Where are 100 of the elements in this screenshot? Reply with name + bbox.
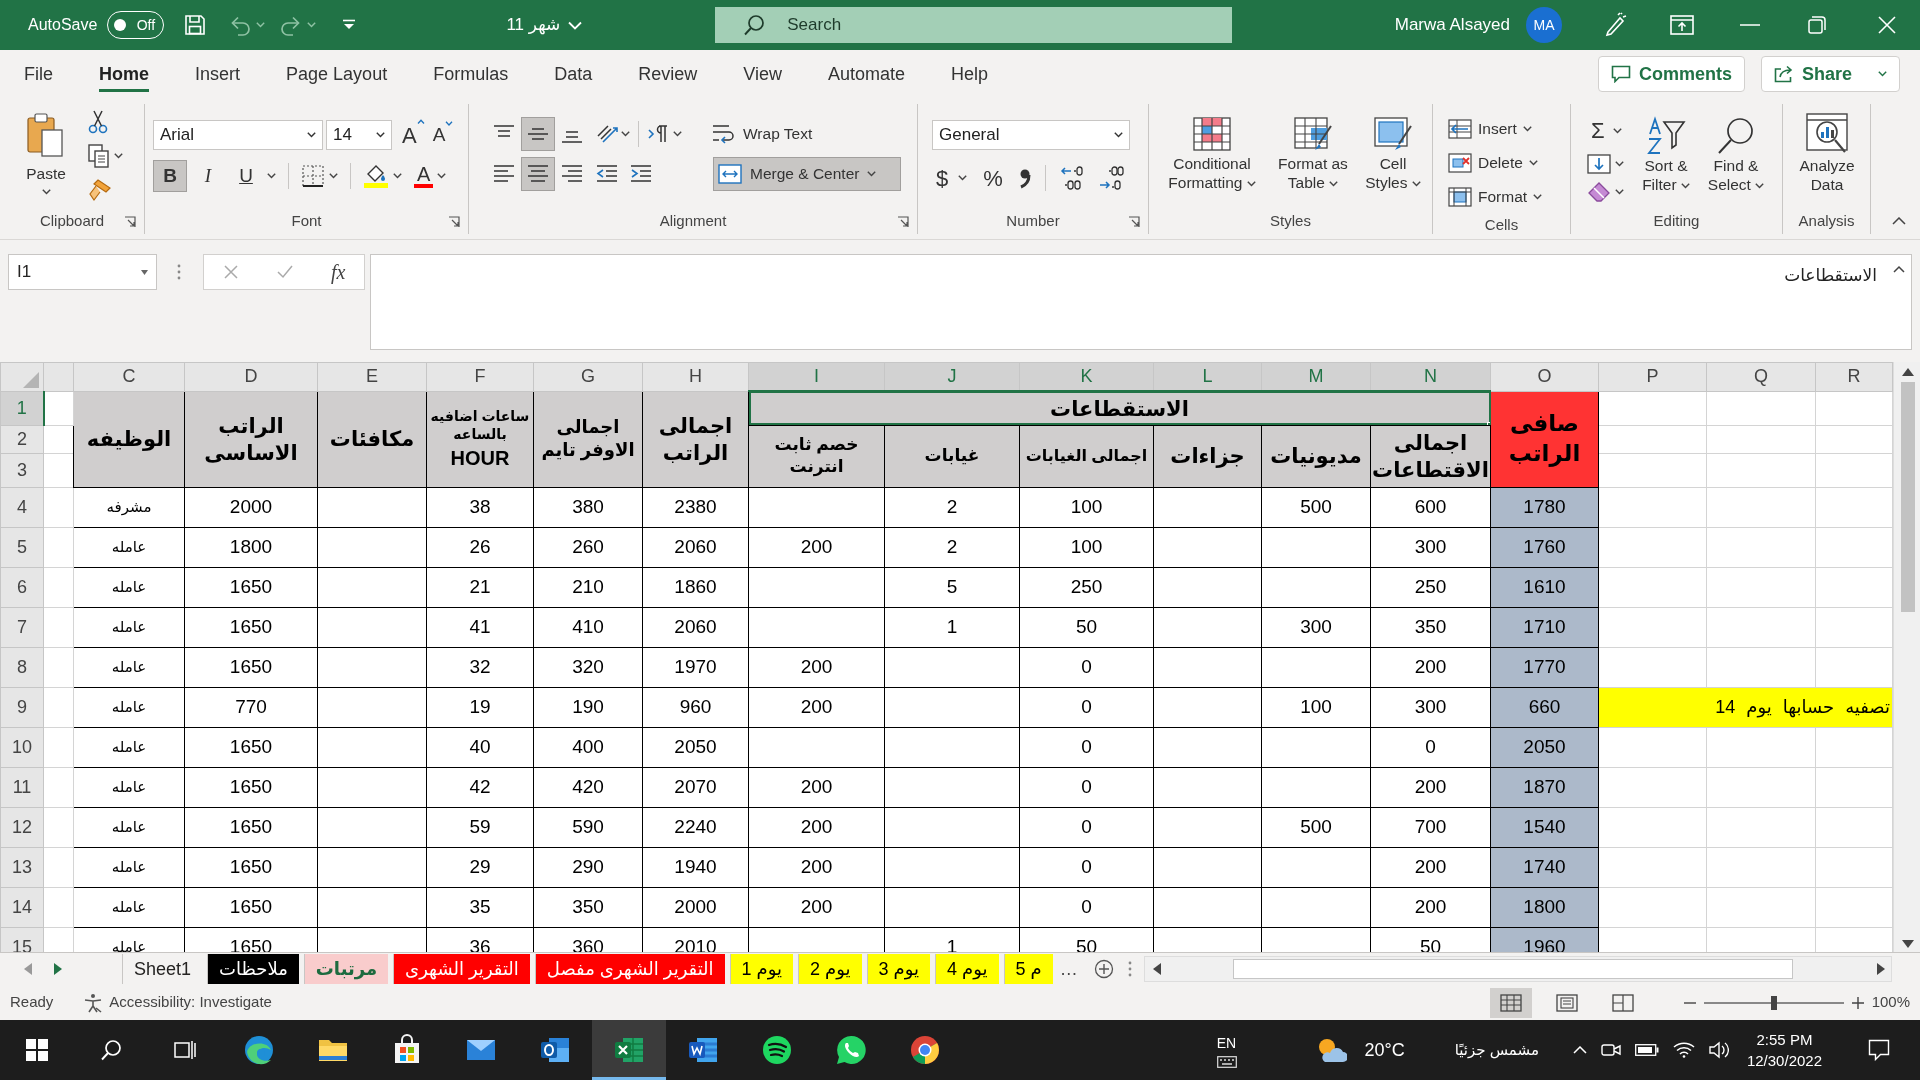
column-header[interactable]: I bbox=[748, 362, 885, 391]
normal-view-button[interactable] bbox=[1489, 987, 1532, 1018]
row-header[interactable]: 12 bbox=[0, 807, 44, 847]
column-header[interactable]: E bbox=[317, 362, 427, 391]
sheet-tab[interactable]: يوم 2 bbox=[798, 954, 862, 984]
camera-icon[interactable] bbox=[1600, 1041, 1621, 1059]
font-color-button[interactable]: A bbox=[414, 164, 434, 188]
row-header[interactable]: 10 bbox=[0, 727, 44, 767]
decrease-indent-icon[interactable] bbox=[595, 164, 619, 184]
row-header[interactable]: 8 bbox=[0, 647, 44, 687]
caret-icon[interactable] bbox=[673, 131, 682, 137]
row-header[interactable]: 14 bbox=[0, 887, 44, 927]
caret-icon[interactable] bbox=[393, 173, 402, 179]
cell-styles-button[interactable]: Cell Styles bbox=[1361, 114, 1425, 208]
share-button[interactable]: Share bbox=[1760, 56, 1900, 92]
font-size-dropdown[interactable]: 14 bbox=[326, 120, 392, 150]
merge-center-button[interactable]: Merge & Center bbox=[713, 157, 901, 191]
sheet-tab[interactable]: م 5 bbox=[1003, 954, 1053, 984]
customize-icon[interactable] bbox=[342, 19, 357, 31]
row-header[interactable]: 7 bbox=[0, 607, 44, 647]
increase-decimal-icon[interactable] bbox=[1059, 165, 1086, 191]
column-header[interactable]: M bbox=[1261, 362, 1371, 391]
comments-button[interactable]: Comments bbox=[1597, 56, 1745, 92]
comma-style-icon[interactable] bbox=[1018, 167, 1031, 189]
ribbon-tab[interactable]: Home bbox=[76, 50, 173, 98]
ribbon-tab[interactable]: Formulas bbox=[410, 50, 532, 98]
delete-cells-button[interactable]: Delete bbox=[1443, 146, 1548, 180]
column-header[interactable]: F bbox=[426, 362, 534, 391]
formula-input[interactable]: الاستقطاعات bbox=[370, 254, 1912, 350]
font-name-dropdown[interactable]: Arial bbox=[153, 120, 323, 150]
column-header[interactable]: L bbox=[1153, 362, 1262, 391]
column-header[interactable]: D bbox=[184, 362, 318, 391]
sheet-tab[interactable]: يوم 3 bbox=[866, 954, 931, 984]
collapse-ribbon-icon[interactable] bbox=[1892, 217, 1906, 225]
accessibility-icon[interactable] bbox=[83, 992, 104, 1013]
caret-icon[interactable] bbox=[267, 173, 276, 179]
fill-down-icon[interactable] bbox=[1587, 153, 1611, 175]
column-header[interactable]: J bbox=[884, 362, 1020, 391]
caret-icon[interactable] bbox=[1612, 127, 1622, 134]
decrease-decimal-icon[interactable] bbox=[1097, 165, 1124, 191]
sheet-tab[interactable]: يوم 1 bbox=[729, 954, 794, 984]
row-header[interactable]: 3 bbox=[0, 453, 44, 487]
column-header[interactable]: N bbox=[1370, 362, 1491, 391]
scroll-right-icon[interactable] bbox=[1877, 963, 1885, 975]
check-icon[interactable] bbox=[275, 264, 294, 280]
column-header[interactable]: H bbox=[642, 362, 749, 391]
caret-icon[interactable] bbox=[621, 131, 630, 137]
sheet-tab[interactable]: مرتبات bbox=[303, 954, 389, 984]
slider-thumb[interactable] bbox=[1770, 995, 1777, 1010]
number-format-dropdown[interactable]: General bbox=[932, 120, 1130, 150]
column-header[interactable]: O bbox=[1490, 362, 1599, 391]
sheet-tab[interactable]: التقرير الشهرى bbox=[393, 954, 530, 984]
horizontal-scrollbar[interactable] bbox=[1143, 956, 1892, 982]
header-cell[interactable]: الاستقطاعات bbox=[748, 391, 1491, 425]
increase-indent-icon[interactable] bbox=[629, 164, 653, 184]
ribbon-tab[interactable]: Data bbox=[531, 50, 616, 98]
column-header[interactable]: G bbox=[533, 362, 643, 391]
notification-icon[interactable] bbox=[1868, 1039, 1890, 1061]
row-header[interactable]: 13 bbox=[0, 847, 44, 887]
wrap-text-button[interactable]: Wrap Text bbox=[706, 117, 818, 151]
ribbon-tab[interactable]: File bbox=[1, 50, 76, 98]
caret-icon[interactable] bbox=[329, 173, 338, 179]
paste-button[interactable]: Paste bbox=[18, 112, 74, 208]
keyboard-icon[interactable] bbox=[1216, 1055, 1237, 1068]
column-header[interactable]: R bbox=[1815, 362, 1893, 391]
ribbon-tab[interactable]: Automate bbox=[804, 50, 928, 98]
save-icon[interactable] bbox=[184, 14, 207, 36]
scrollbar-thumb[interactable] bbox=[1232, 959, 1793, 979]
language-indicator[interactable]: EN bbox=[1216, 1032, 1237, 1054]
next-sheet-icon[interactable] bbox=[54, 963, 62, 975]
previous-sheet-icon[interactable] bbox=[24, 963, 32, 975]
close-icon[interactable] bbox=[1878, 16, 1896, 34]
currency-button[interactable]: $ bbox=[932, 161, 953, 195]
add-sheet-icon[interactable] bbox=[1093, 959, 1114, 979]
scrollbar-thumb[interactable] bbox=[1900, 382, 1915, 612]
zoom-in-icon[interactable] bbox=[1851, 996, 1864, 1009]
caret-icon[interactable] bbox=[437, 173, 447, 179]
row-header[interactable]: 2 bbox=[0, 425, 44, 453]
column-header[interactable]: C bbox=[73, 362, 185, 391]
dialog-launcher-icon[interactable] bbox=[1128, 216, 1140, 228]
bold-button[interactable]: B bbox=[153, 160, 187, 192]
column-header[interactable]: Q bbox=[1706, 362, 1816, 391]
row-header[interactable]: 1 bbox=[0, 391, 44, 425]
clock-date[interactable]: 12/30/2022 bbox=[1746, 1050, 1822, 1071]
autosum-button[interactable]: Σ bbox=[1587, 114, 1609, 147]
ribbon-tab[interactable]: View bbox=[720, 50, 805, 98]
conditional-formatting-button[interactable]: Conditional Formatting bbox=[1159, 114, 1265, 208]
sheet-tab[interactable]: يوم 4 bbox=[935, 954, 999, 984]
row-header[interactable]: 9 bbox=[0, 687, 44, 727]
fill-color-icon[interactable] bbox=[363, 163, 389, 189]
row-header[interactable]: 6 bbox=[0, 567, 44, 607]
align-center-button[interactable] bbox=[521, 157, 555, 191]
more-sheets-button[interactable]: … bbox=[1059, 955, 1078, 983]
dialog-launcher-icon[interactable] bbox=[124, 216, 136, 228]
find-select-button[interactable]: Find & Select bbox=[1702, 116, 1770, 208]
column-header[interactable]: P bbox=[1598, 362, 1707, 391]
restore-icon[interactable] bbox=[1808, 16, 1826, 34]
scroll-left-icon[interactable] bbox=[1152, 963, 1161, 975]
analyze-data-button[interactable]: Analyze Data bbox=[1792, 112, 1862, 208]
search-field[interactable]: Search bbox=[715, 7, 1233, 43]
